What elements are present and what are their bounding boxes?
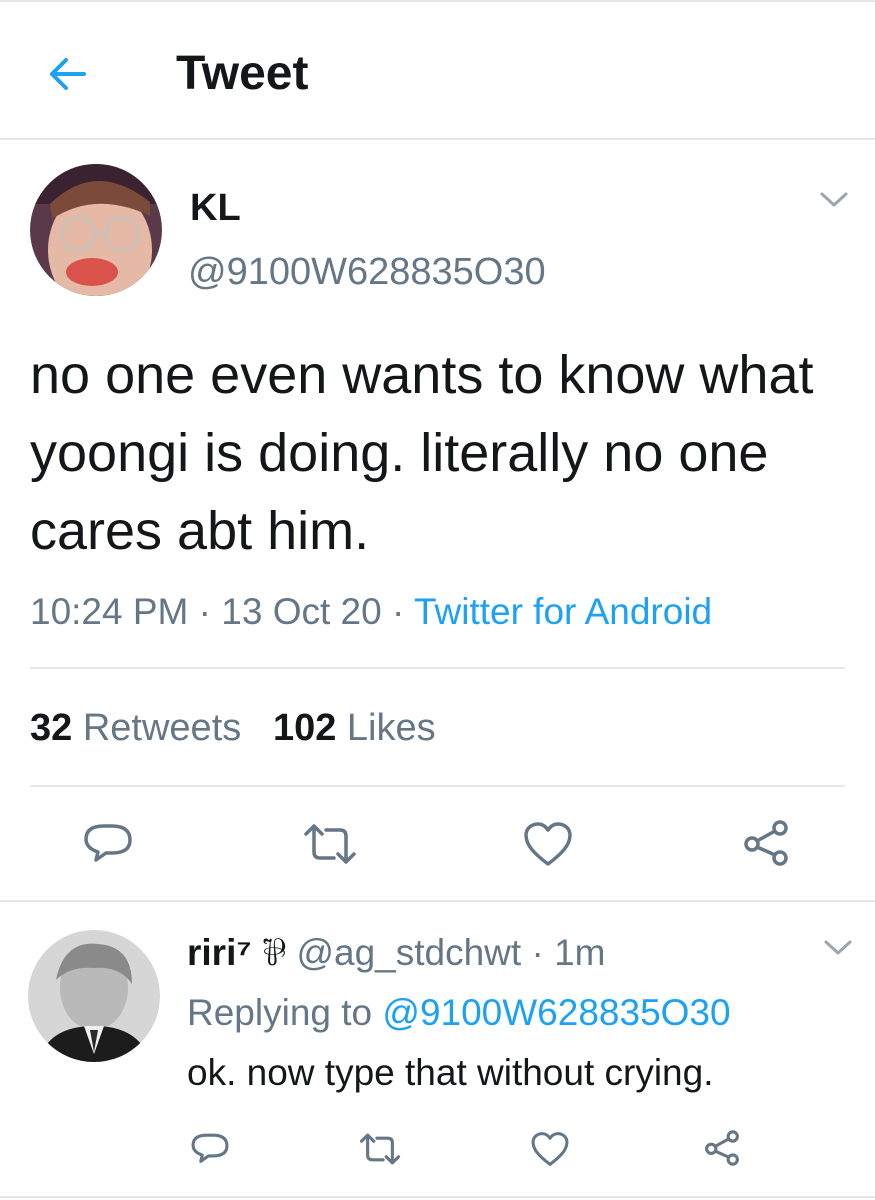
- reply-menu-button[interactable]: [822, 938, 854, 958]
- divider: [0, 900, 875, 902]
- reply-author-name[interactable]: riri⁷: [187, 932, 252, 973]
- tweet-date: 13 Oct 20: [221, 591, 382, 632]
- like-icon: [524, 822, 572, 866]
- share-icon: [744, 820, 788, 866]
- header-bar: Tweet: [0, 2, 875, 140]
- tweet-menu-button[interactable]: [818, 190, 850, 210]
- replying-to: Replying to @9100W628835O30: [187, 990, 731, 1036]
- meta-dot: ·: [198, 591, 211, 632]
- reply-avatar[interactable]: [28, 930, 160, 1062]
- author-name[interactable]: KL: [190, 186, 241, 230]
- tweet-text: no one even wants to know what yoongi is…: [30, 345, 814, 561]
- reply-button[interactable]: [82, 820, 134, 868]
- reply-avatar-image: [28, 930, 160, 1062]
- reply-text: ok. now type that without crying.: [187, 1052, 714, 1093]
- reply-author-badge: ⅌: [261, 932, 287, 973]
- retweet-icon: [304, 824, 356, 864]
- tweet-meta: 10:24 PM · 13 Oct 20 · Twitter for Andro…: [30, 590, 712, 634]
- retweet-button[interactable]: [302, 822, 358, 866]
- tweet-source-link[interactable]: Twitter for Android: [414, 591, 712, 632]
- author-handle[interactable]: @9100W628835O30: [188, 250, 546, 294]
- engagement-stats: 32 Retweets 102 Likes: [30, 706, 436, 750]
- reply-icon: [191, 1133, 229, 1163]
- reply-time: 1m: [554, 932, 606, 973]
- meta-dot: ·: [391, 591, 405, 632]
- likes-label: Likes: [346, 707, 436, 749]
- likes-count: 102: [272, 707, 337, 749]
- like-icon: [531, 1132, 569, 1166]
- share-button[interactable]: [740, 818, 792, 868]
- back-button[interactable]: [44, 50, 92, 98]
- chevron-down-icon: [824, 940, 852, 955]
- reply-author-handle[interactable]: @ag_stdchwt: [296, 932, 521, 973]
- bottom-border: [0, 1196, 875, 1198]
- replying-to-label: Replying to: [187, 992, 373, 1033]
- likes-stat[interactable]: 102 Likes: [273, 707, 436, 749]
- retweets-stat[interactable]: 32 Retweets: [30, 707, 241, 749]
- arrow-left-icon: [50, 58, 86, 90]
- retweets-count: 32: [30, 707, 73, 749]
- meta-dot: ·: [531, 932, 544, 973]
- tweet-time: 10:24 PM: [30, 591, 189, 632]
- retweets-label: Retweets: [82, 707, 242, 749]
- share-icon: [705, 1130, 739, 1166]
- reply-like-button[interactable]: [530, 1130, 570, 1168]
- retweet-icon: [359, 1133, 401, 1165]
- reply-retweet-button[interactable]: [358, 1132, 402, 1166]
- divider: [30, 785, 845, 787]
- page-title: Tweet: [176, 47, 309, 100]
- avatar-image: [30, 164, 162, 296]
- reply-header: riri⁷ ⅌ @ag_stdchwt · 1m: [187, 930, 605, 976]
- replying-to-mention[interactable]: @9100W628835O30: [382, 992, 730, 1033]
- like-button[interactable]: [522, 820, 574, 868]
- chevron-down-icon: [820, 192, 848, 207]
- reply-icon: [84, 824, 132, 862]
- avatar[interactable]: [30, 164, 162, 296]
- divider: [30, 667, 845, 669]
- reply-reply-button[interactable]: [190, 1130, 230, 1168]
- reply-share-button[interactable]: [702, 1128, 742, 1168]
